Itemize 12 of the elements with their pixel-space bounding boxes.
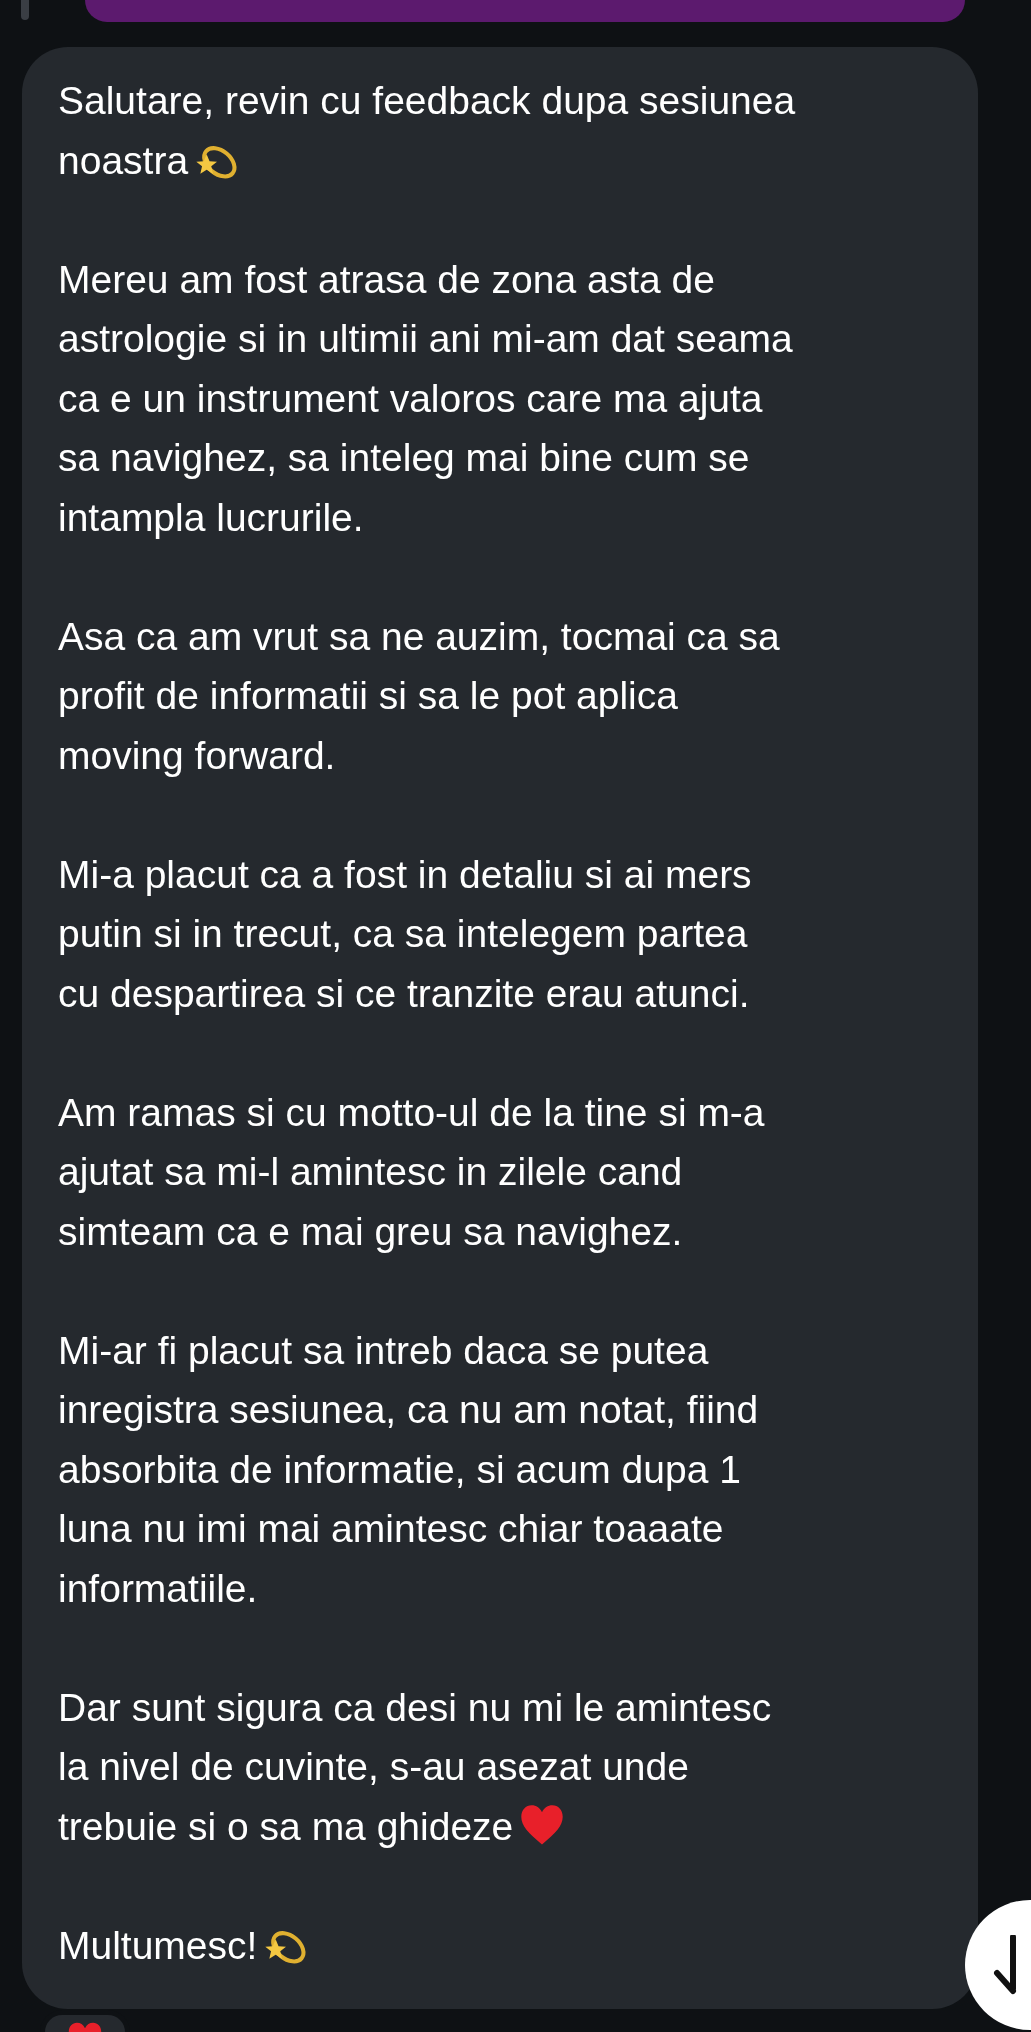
message-text: Am ramas si cu motto-ul de la tine si m-a ajutat sa mi-l amintesc in zilele cand simteam ca e mai greu sa navighez. (58, 1089, 765, 1255)
scroll-indicator (21, 0, 29, 20)
message-text: Multumesc! (58, 1922, 258, 1969)
message-text: Mi-ar fi placut sa intreb daca se putea inregistra sesiunea, ca nu am notat, fiind absorbita de informatie, si acum dupa 1 luna nu imi mai amintesc chiar toaaate informatiile. (58, 1327, 759, 1612)
heart-icon (67, 2021, 103, 2032)
message-text: Mi-a placut ca a fost in detaliu si ai mers putin si in trecut, ca sa intelegem partea cu despartirea si ce tranzite erau atunci. (58, 851, 752, 1017)
message-text: trebuie si o sa ma ghideze (58, 1803, 514, 1850)
message-text: noastra (58, 137, 189, 184)
message-text: Mereu am fost atrasa de zona asta de astrologie si in ultimii ani mi-am dat seama ca e un instrument valoros care ma ajuta sa navighez, sa inteleg mai bine cum se intampla lucrurile. (58, 256, 793, 541)
arrow-down-icon (993, 1935, 1017, 1995)
message-text: Asa ca am vrut sa ne auzim, tocmai ca sa profit de informatii si sa le pot aplica moving forward. (58, 613, 780, 779)
message-text: Salutare, revin cu feedback dupa sesiunea (58, 78, 796, 124)
